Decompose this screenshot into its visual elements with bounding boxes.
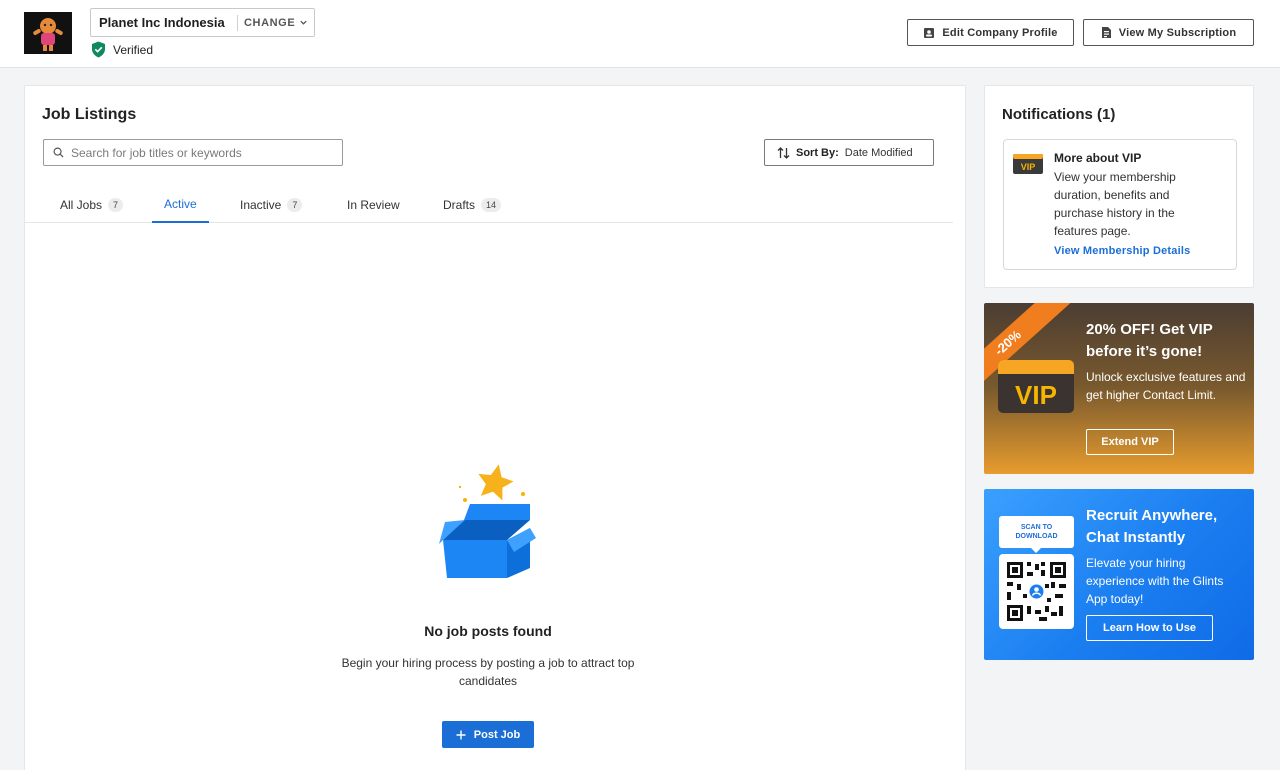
notifications-title: Notifications (1) — [1002, 106, 1116, 123]
post-job-label: Post Job — [473, 728, 521, 741]
view-membership-details-link[interactable]: View Membership Details — [1054, 245, 1190, 257]
scan-to-download-label: SCAN TO DOWNLOAD — [999, 516, 1074, 553]
tab-active[interactable]: Active — [152, 186, 209, 223]
tab-all-jobs[interactable]: All Jobs 7 — [48, 186, 135, 223]
sort-arrows-icon — [777, 146, 790, 159]
tab-label: Drafts — [443, 197, 476, 212]
view-subscription-button[interactable]: View My Subscription — [1083, 19, 1254, 46]
notification-body: View your membership duration, benefits … — [1054, 170, 1176, 238]
search-icon — [53, 147, 64, 158]
post-job-button[interactable]: Post Job — [442, 721, 534, 748]
search-input[interactable] — [71, 145, 321, 160]
top-header: Planet Inc Indonesia CHANGE Verified Edi… — [0, 0, 1280, 68]
notifications-panel: Notifications (1) VIP More about VIP Vie… — [984, 85, 1254, 288]
extend-vip-button[interactable]: Extend VIP — [1086, 429, 1174, 455]
edit-profile-label: Edit Company Profile — [942, 26, 1058, 39]
notification-item: VIP More about VIP View your membership … — [1003, 139, 1237, 270]
verified-label: Verified — [113, 42, 154, 57]
verified-status: Verified — [91, 41, 153, 58]
qr-code-icon — [999, 554, 1074, 629]
search-box — [43, 139, 343, 166]
vip-promo-title: 20% OFF! Get VIP before it’s gone! — [1086, 321, 1213, 360]
tab-inactive[interactable]: Inactive 7 — [228, 186, 314, 223]
notification-title: More about VIP — [1054, 151, 1142, 165]
chevron-down-icon — [300, 20, 307, 25]
sort-dropdown[interactable]: Sort By: Date Modified — [764, 139, 934, 166]
plus-icon — [456, 730, 466, 739]
job-listings-panel: Job Listings Sort By: Date Modified All … — [24, 85, 966, 770]
page-title: Job Listings — [42, 106, 137, 123]
learn-how-to-use-button[interactable]: Learn How to Use — [1086, 615, 1213, 641]
tab-label: Inactive — [240, 197, 282, 212]
company-logo — [24, 12, 72, 54]
app-promo-description: Elevate your hiring experience with the … — [1086, 556, 1224, 606]
vip-icon: VIP — [1013, 154, 1043, 179]
tab-drafts[interactable]: Drafts 14 — [431, 186, 513, 223]
profile-card-icon — [924, 27, 935, 38]
vip-promo-card: -20% VIP 20% OFF! Get VIP before it’s go… — [984, 303, 1254, 474]
tab-count-badge: 7 — [287, 197, 303, 212]
empty-box-illustration — [435, 460, 545, 590]
tab-label: Active — [164, 196, 197, 211]
empty-state-title: No job posts found — [424, 623, 552, 639]
vip-promo-description: Unlock exclusive features and get higher… — [1086, 370, 1246, 402]
job-status-tabs: All Jobs 7 Active Inactive 7 In Review D… — [25, 186, 953, 223]
view-subscription-label: View My Subscription — [1118, 26, 1237, 39]
change-company-button[interactable]: CHANGE — [238, 17, 308, 29]
tab-count-badge: 7 — [108, 197, 124, 212]
app-promo-card: SCAN TO DOWNLOAD Recruit Anywhere, Chat … — [984, 489, 1254, 660]
sort-label: Sort By: — [796, 146, 839, 159]
tab-label: All Jobs — [60, 197, 103, 212]
sort-value: Date Modified — [844, 146, 913, 159]
tab-count-badge: 14 — [481, 197, 502, 212]
app-promo-title: Recruit Anywhere, Chat Instantly — [1086, 507, 1218, 546]
empty-state-description: Begin your hiring process by posting a j… — [341, 656, 635, 688]
vip-icon-text: VIP — [1021, 162, 1036, 172]
company-name: Planet Inc Indonesia — [99, 15, 225, 30]
vip-badge-icon: VIP — [998, 360, 1074, 418]
tab-in-review[interactable]: In Review — [335, 186, 412, 223]
document-icon — [1101, 27, 1111, 38]
vip-badge-text: VIP — [1015, 380, 1057, 410]
change-label: CHANGE — [244, 16, 296, 29]
tab-label: In Review — [347, 197, 400, 212]
edit-company-profile-button[interactable]: Edit Company Profile — [907, 19, 1074, 46]
company-switcher: Planet Inc Indonesia CHANGE — [90, 8, 315, 37]
verified-shield-icon — [92, 41, 105, 58]
